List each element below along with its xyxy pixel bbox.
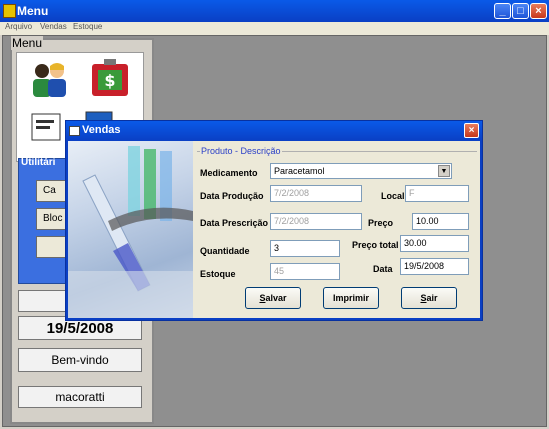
medicamento-combo[interactable]: Paracetamol ▼ (270, 163, 452, 179)
preco-field[interactable]: 10.00 (412, 213, 469, 230)
estoque-field[interactable]: 45 (270, 263, 340, 280)
label-data-prescricao: Data Prescrição (200, 218, 269, 228)
label-preco: Preço (368, 218, 394, 228)
data-field[interactable]: 19/5/2008 (400, 258, 469, 275)
quantidade-field[interactable]: 3 (270, 240, 340, 257)
label-data-producao: Data Produção (200, 191, 264, 201)
label-estoque: Estoque (200, 269, 236, 279)
medicamento-value: Paracetamol (274, 166, 325, 176)
chevron-down-icon[interactable]: ▼ (438, 165, 450, 177)
user-box: macoratti (18, 386, 142, 408)
vendas-close-button[interactable]: × (464, 123, 479, 138)
utilities-caption: Utilitári (21, 157, 56, 168)
data-producao-field[interactable]: 7/2/2008 (270, 185, 362, 202)
money-icon[interactable]: $ (88, 56, 132, 100)
label-medicamento: Medicamento (200, 168, 258, 178)
window-icon (69, 126, 80, 136)
main-window-title: Menu (17, 4, 49, 18)
welcome-box: Bem-vindo (18, 348, 142, 372)
customers-icon[interactable] (28, 60, 72, 100)
vendas-title: Vendas (82, 124, 121, 136)
sair-button[interactable]: Sair (401, 287, 457, 309)
close-button[interactable]: × (530, 3, 547, 19)
menu-arquivo[interactable]: Arquivo (5, 22, 32, 31)
vendas-title-bar: Vendas × (66, 121, 482, 141)
label-local: Local (381, 191, 405, 201)
menu-vendas[interactable]: Vendas (40, 22, 67, 31)
label-data: Data (373, 264, 393, 274)
lab-test-tubes-image (68, 141, 193, 318)
imprimir-button[interactable]: Imprimir (323, 287, 379, 309)
app-icon (3, 4, 16, 18)
main-title-bar: Menu _ □ × (0, 0, 549, 22)
preco-total-field[interactable]: 30.00 (400, 235, 469, 252)
label-preco-total: Preço total (352, 240, 399, 250)
group-caption: Produto - Descrição (200, 146, 282, 156)
label-quantidade: Quantidade (200, 246, 250, 256)
sales-ticket-icon[interactable] (30, 110, 64, 146)
local-field[interactable]: F (405, 185, 469, 202)
menu-estoque[interactable]: Estoque (73, 22, 102, 31)
maximize-button[interactable]: □ (512, 3, 529, 19)
minimize-button[interactable]: _ (494, 3, 511, 19)
menu-frame-caption: Menu (11, 36, 44, 50)
svg-text:$: $ (104, 71, 115, 90)
salvar-button[interactable]: Salvar (245, 287, 301, 309)
menubar: Arquivo Vendas Estoque (0, 22, 549, 35)
data-prescricao-field[interactable]: 7/2/2008 (270, 213, 362, 230)
